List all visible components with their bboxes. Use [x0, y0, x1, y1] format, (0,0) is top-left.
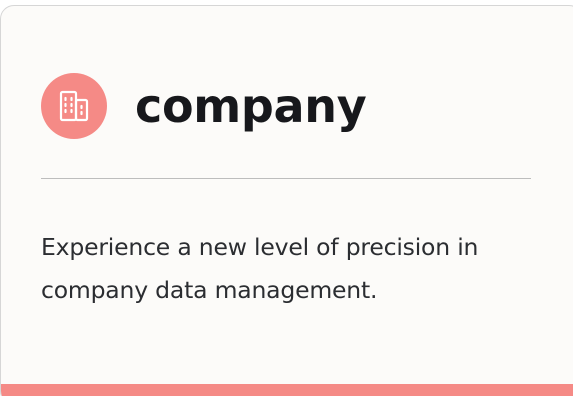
- accent-bar: [1, 384, 573, 396]
- building-icon: [59, 90, 89, 122]
- card-description: Experience a new level of precision in c…: [41, 233, 479, 304]
- divider: [41, 178, 531, 179]
- feature-card: company Experience a new level of precis…: [0, 5, 573, 396]
- company-icon-badge: [41, 73, 107, 139]
- card-title: company: [135, 79, 367, 133]
